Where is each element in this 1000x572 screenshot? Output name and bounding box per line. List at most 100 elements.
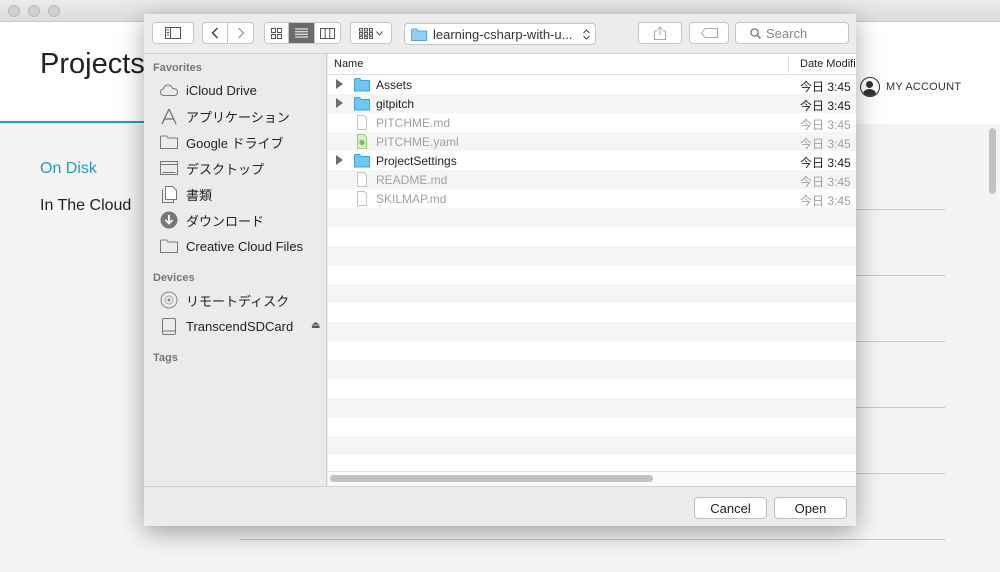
divider [855,275,945,276]
updown-chevron-icon [583,29,590,40]
disclosure-triangle-icon[interactable] [336,79,343,89]
eject-icon[interactable]: ⏏ [311,320,320,331]
folder-icon [354,154,370,168]
dialog-footer: Cancel Open [144,486,856,526]
file-row[interactable]: ProjectSettings 今日 3:45 [328,151,856,170]
grid-icon [271,27,283,39]
file-row[interactable]: PITCHME.yaml 今日 3:45 [328,132,856,151]
tag-icon [700,28,718,38]
desktop-icon [160,161,178,175]
file-row[interactable]: PITCHME.md 今日 3:45 [328,113,856,132]
yaml-file-icon [357,134,367,149]
path-popup[interactable]: learning-csharp-with-u... [404,23,596,45]
horizontal-scrollbar-thumb[interactable] [330,475,653,482]
sidebar-item-remote-disc[interactable]: リモートディスク [160,289,325,311]
documents-icon [161,185,177,203]
empty-row [328,417,856,436]
app-scrollbar[interactable] [987,126,998,570]
sidebar-item-label: Google ドライブ [186,135,284,151]
file-date: 今日 3:45 [800,99,851,113]
column-separator[interactable] [788,56,789,73]
dialog-toolbar: learning-csharp-with-u... Search [144,14,856,54]
columns-icon [319,27,335,39]
sidebar-icon [165,27,181,39]
file-name: gitpitch [376,97,415,111]
cancel-button[interactable]: Cancel [694,497,767,519]
divider [855,209,945,210]
my-account-link[interactable]: MY ACCOUNT [860,77,961,97]
sidebar-item-label: Creative Cloud Files [186,238,304,254]
nav-in-the-cloud[interactable]: In The Cloud [40,197,131,215]
document-icon [357,172,367,187]
divider [855,341,945,342]
search-placeholder: Search [766,25,808,41]
sidebar-item-icloud-drive[interactable]: iCloud Drive [160,79,325,101]
file-name: README.md [376,173,448,187]
file-row[interactable]: Assets 今日 3:45 [328,75,856,94]
disc-icon [160,291,178,309]
sidebar-item-label: アプリケーション [186,109,290,125]
empty-row [328,379,856,398]
sidebar-toggle-button[interactable] [152,22,194,44]
empty-row [328,246,856,265]
column-header: Name Date Modifi [328,54,856,75]
file-date: 今日 3:45 [800,156,851,170]
horizontal-scrollbar[interactable] [328,471,856,486]
empty-row [328,303,856,322]
file-row[interactable]: gitpitch 今日 3:45 [328,94,856,113]
arrange-button[interactable] [350,22,392,44]
sidebar-item-applications[interactable]: アプリケーション [160,105,325,127]
disclosure-triangle-icon[interactable] [336,155,343,165]
file-date: 今日 3:45 [800,137,851,151]
chevron-left-icon [211,27,219,39]
column-view-button[interactable] [315,23,340,43]
disclosure-triangle-icon[interactable] [336,98,343,108]
file-rows: Assets 今日 3:45 gitpitch 今日 3:45 PITCHME.md 今日… [328,75,856,474]
share-button[interactable] [638,22,682,44]
file-row[interactable]: SKILMAP.md 今日 3:45 [328,189,856,208]
icon-view-button[interactable] [265,23,290,43]
close-window-button[interactable] [8,5,20,17]
empty-row [328,436,856,455]
minimize-window-button[interactable] [28,5,40,17]
column-date-header[interactable]: Date Modifi [800,58,856,70]
open-button[interactable]: Open [774,497,847,519]
divider [240,539,945,540]
account-label: MY ACCOUNT [886,81,962,93]
file-date: 今日 3:45 [800,194,851,208]
page-title: Projects [40,48,145,80]
empty-row [328,208,856,227]
drive-icon [162,317,176,335]
sidebar-item-transcend-sd-card[interactable]: TranscendSDCard [160,315,325,337]
empty-row [328,284,856,303]
list-view-button[interactable] [289,23,315,43]
share-icon [654,26,666,40]
tag-button[interactable] [689,22,729,44]
file-name: PITCHME.yaml [376,135,459,149]
chevron-down-icon [376,30,383,36]
sidebar-item-creative-cloud-files[interactable]: Creative Cloud Files [160,235,325,257]
title-underline [0,121,144,123]
sidebar-item-desktop[interactable]: デスクトップ [160,157,325,179]
search-input[interactable]: Search [735,22,849,44]
empty-row [328,227,856,246]
favorites-heading: Favorites [153,62,202,74]
column-name-header[interactable]: Name [334,58,363,70]
empty-row [328,360,856,379]
divider [855,473,945,474]
app-scrollbar-thumb[interactable] [989,128,996,194]
download-icon [160,211,178,229]
list-icon [295,28,309,38]
forward-button[interactable] [228,23,253,43]
file-list: Name Date Modifi Assets 今日 3:45 gitpitch 今日… [328,54,856,486]
sidebar-item-google-drive[interactable]: Google ドライブ [160,131,325,153]
zoom-window-button[interactable] [48,5,60,17]
back-forward-control [202,22,254,44]
nav-on-disk[interactable]: On Disk [40,160,97,178]
sidebar-item-documents[interactable]: 書類 [160,183,325,205]
user-icon [860,77,880,97]
back-button[interactable] [203,23,229,43]
sidebar-item-downloads[interactable]: ダウンロード [160,209,325,231]
file-row[interactable]: README.md 今日 3:45 [328,170,856,189]
sidebar-item-label: リモートディスク [186,293,290,309]
